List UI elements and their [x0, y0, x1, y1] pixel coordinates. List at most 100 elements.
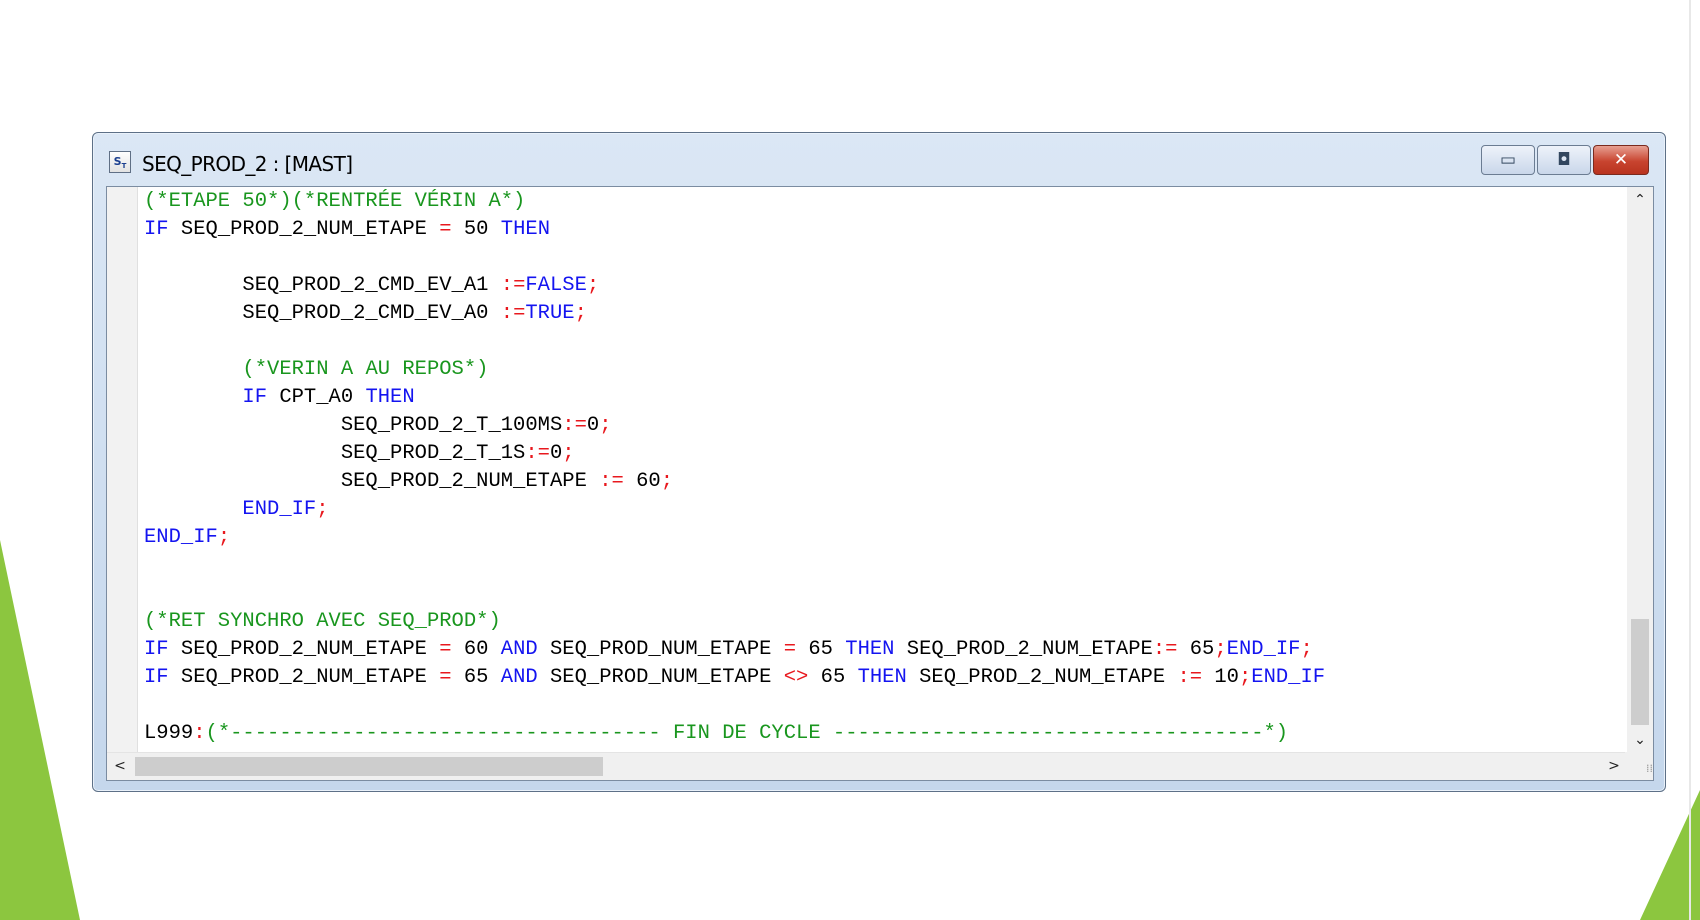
resize-grip-icon[interactable]: ⁞⁞ — [1625, 752, 1653, 780]
code-line[interactable]: IF SEQ_PROD_2_NUM_ETAPE = 50 THEN — [144, 216, 1634, 244]
code-operator: : — [193, 722, 206, 745]
horizontal-scroll-thumb[interactable] — [135, 757, 603, 776]
code-identifier: 65 — [1177, 638, 1215, 661]
code-identifier: SEQ_PROD_2_NUM_ETAPE — [894, 638, 1153, 661]
code-comment: (*VERIN A AU REPOS*) — [242, 358, 489, 381]
code-operator: ; — [660, 470, 674, 493]
code-operator: <> — [783, 666, 809, 689]
code-comment: (*RENTRÉE VÉRIN A*) — [291, 190, 526, 213]
code-line[interactable] — [144, 328, 1634, 356]
code-identifier: SEQ_PROD_2_T_1S — [144, 442, 526, 465]
code-line[interactable]: END_IF; — [144, 524, 1634, 552]
code-line[interactable] — [144, 580, 1634, 608]
horizontal-scrollbar[interactable]: < > — [107, 752, 1627, 780]
code-line[interactable]: SEQ_PROD_2_T_1S:=0; — [144, 440, 1634, 468]
editor-gutter — [107, 187, 138, 753]
code-operator: := — [599, 470, 624, 493]
code-line[interactable] — [144, 244, 1634, 272]
editor-window: ST SEQ_PROD_2 : [MAST] ▭ ◘ ✕ (*ETAPE 50*… — [92, 132, 1666, 792]
code-operator: ; — [1300, 638, 1313, 661]
code-operator: = — [439, 638, 452, 661]
code-operator: := — [525, 442, 550, 465]
code-line[interactable] — [144, 692, 1634, 720]
code-identifier: 10 — [1202, 666, 1239, 689]
code-operator: ; — [562, 442, 575, 465]
code-operator: ; — [1214, 638, 1227, 661]
code-line[interactable]: SEQ_PROD_2_NUM_ETAPE := 60; — [144, 468, 1634, 496]
st-app-icon: ST — [109, 151, 131, 173]
code-identifier: SEQ_PROD_2_NUM_ETAPE — [168, 218, 440, 241]
code-identifier — [144, 498, 242, 521]
code-keyword: FALSE — [525, 274, 587, 297]
code-keyword: END_IF — [144, 526, 218, 549]
maximize-button[interactable]: ◘ — [1537, 145, 1591, 175]
code-line[interactable]: (*RET SYNCHRO AVEC SEQ_PROD*) — [144, 608, 1634, 636]
code-line[interactable]: (*VERIN A AU REPOS*) — [144, 356, 1634, 384]
code-identifier: 65 — [451, 666, 501, 689]
code-identifier: SEQ_PROD_2_T_100MS — [144, 414, 563, 437]
code-comment: (*ETAPE 50*) — [144, 190, 292, 213]
code-line[interactable]: (*ETAPE 50*)(*RENTRÉE VÉRIN A*) — [144, 188, 1634, 216]
close-button[interactable]: ✕ — [1593, 145, 1649, 175]
code-keyword: IF — [242, 386, 268, 409]
scroll-left-icon[interactable]: < — [107, 753, 133, 780]
minimize-button[interactable]: ▭ — [1481, 145, 1535, 175]
code-identifier: SEQ_PROD_NUM_ETAPE — [537, 666, 784, 689]
title-bar[interactable]: ST SEQ_PROD_2 : [MAST] ▭ ◘ ✕ — [93, 133, 1665, 183]
window-title: SEQ_PROD_2 : [MAST] — [142, 152, 353, 176]
code-keyword: THEN — [857, 666, 907, 689]
minimize-icon: ▭ — [1499, 150, 1517, 170]
code-line[interactable]: SEQ_PROD_2_CMD_EV_A1 :=FALSE; — [144, 272, 1634, 300]
code-identifier: SEQ_PROD_2_NUM_ETAPE — [168, 638, 440, 661]
code-operator: ; — [574, 302, 587, 325]
code-identifier: SEQ_PROD_2_CMD_EV_A0 — [144, 302, 501, 325]
code-operator: := — [1177, 666, 1203, 689]
code-line[interactable]: IF CPT_A0 THEN — [144, 384, 1634, 412]
code-identifier: 0 — [549, 442, 563, 465]
code-operator: ; — [1238, 666, 1252, 689]
code-identifier: 65 — [808, 666, 858, 689]
code-keyword: THEN — [365, 386, 415, 409]
vertical-scroll-thumb[interactable] — [1631, 619, 1649, 725]
code-editor[interactable]: (*ETAPE 50*)(*RENTRÉE VÉRIN A*) IF SEQ_PR… — [106, 186, 1654, 781]
code-keyword: AND — [500, 638, 538, 661]
code-keyword: IF — [144, 666, 169, 689]
code-keyword: IF — [144, 638, 169, 661]
code-identifier — [144, 358, 242, 381]
code-line[interactable]: END_IF; — [144, 496, 1634, 524]
code-operator: := — [500, 302, 526, 325]
code-operator: := — [500, 274, 526, 297]
code-identifier: 60 — [623, 470, 661, 493]
scroll-down-icon[interactable]: ⌄ — [1627, 727, 1653, 753]
code-comment: (*----------------------------------- FI… — [205, 722, 1289, 745]
code-identifier: CPT_A0 — [267, 386, 366, 409]
code-identifier: SEQ_PROD_NUM_ETAPE — [537, 638, 784, 661]
code-identifier: SEQ_PROD_2_NUM_ETAPE — [144, 470, 600, 493]
code-line[interactable] — [144, 552, 1634, 580]
code-line[interactable]: IF SEQ_PROD_2_NUM_ETAPE = 65 AND SEQ_PRO… — [144, 664, 1634, 692]
code-line[interactable]: IF SEQ_PROD_2_NUM_ETAPE = 60 AND SEQ_PRO… — [144, 636, 1634, 664]
code-operator: = — [783, 638, 797, 661]
code-operator: := — [562, 414, 587, 437]
code-keyword: AND — [500, 666, 538, 689]
green-accent-left — [0, 540, 80, 920]
scroll-up-icon[interactable]: ⌃ — [1627, 187, 1653, 213]
code-identifier: SEQ_PROD_2_NUM_ETAPE — [168, 666, 440, 689]
code-identifier: 65 — [796, 638, 846, 661]
code-line[interactable]: SEQ_PROD_2_T_100MS:=0; — [144, 412, 1634, 440]
code-operator: ; — [586, 274, 600, 297]
code-operator: = — [439, 666, 452, 689]
code-keyword: TRUE — [525, 302, 575, 325]
code-keyword: END_IF — [1251, 666, 1326, 689]
code-identifier: SEQ_PROD_2_NUM_ETAPE — [906, 666, 1178, 689]
code-identifier: 60 — [451, 638, 501, 661]
code-operator: := — [1152, 638, 1178, 661]
code-line[interactable]: SEQ_PROD_2_CMD_EV_A0 :=TRUE; — [144, 300, 1634, 328]
vertical-scrollbar[interactable]: ⌃ ⌄ — [1627, 187, 1653, 753]
close-icon: ✕ — [1613, 150, 1629, 170]
code-text-area[interactable]: (*ETAPE 50*)(*RENTRÉE VÉRIN A*) IF SEQ_PR… — [144, 188, 1634, 750]
code-comment: (*RET SYNCHRO AVEC SEQ_PROD*) — [144, 610, 501, 633]
code-keyword: THEN — [500, 218, 551, 241]
code-line[interactable]: L999:(*---------------------------------… — [144, 720, 1634, 748]
scroll-right-icon[interactable]: > — [1601, 753, 1627, 780]
